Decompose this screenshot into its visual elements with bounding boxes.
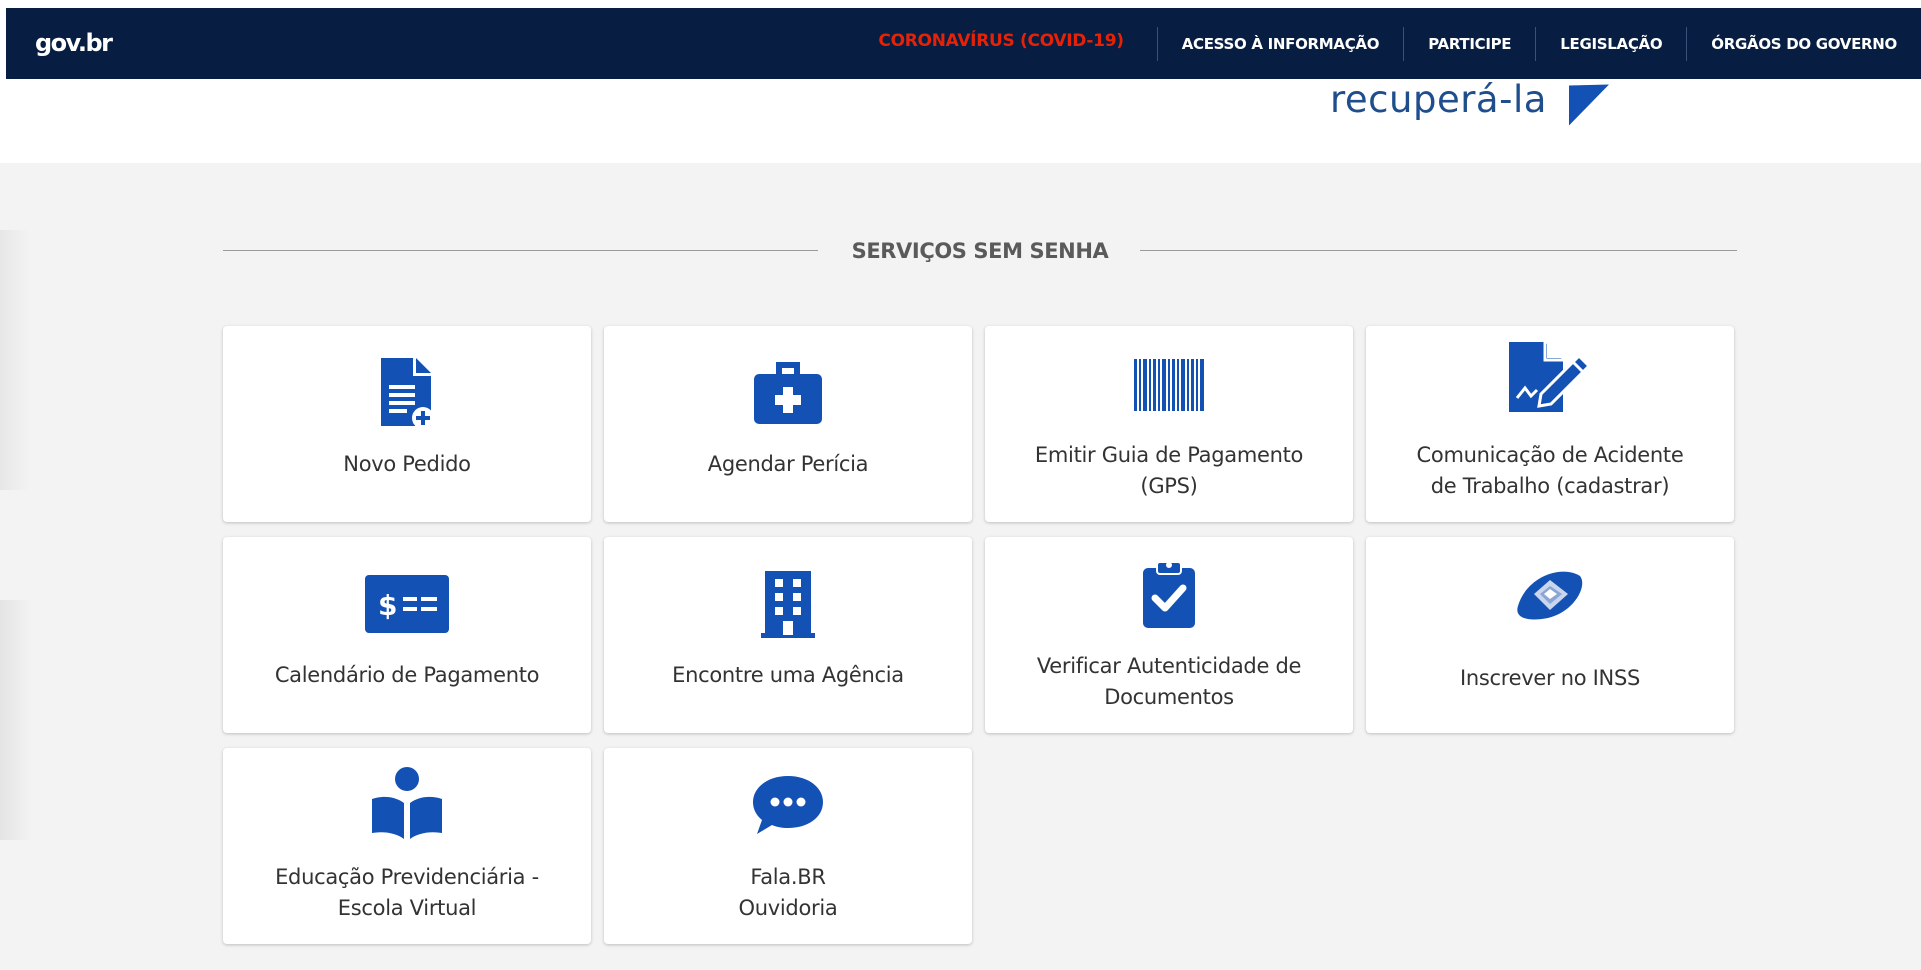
govbr-logo[interactable]: gov.br: [35, 30, 113, 56]
svg-text:$: $: [378, 589, 397, 622]
service-card-label: Verificar Autenticidade de Documentos: [1036, 654, 1302, 709]
clipboard-check-icon: [985, 555, 1353, 633]
arrow-icon: [1569, 72, 1609, 126]
service-card-comunicacao-acidente[interactable]: Comunicação de Acidente de Trabalho (cad…: [1366, 326, 1734, 522]
barcode-icon: [985, 346, 1353, 424]
service-card-emitir-gps[interactable]: Emitir Guia de Pagamento (GPS): [985, 326, 1353, 522]
divider-line: [223, 250, 818, 251]
document-add-icon: [223, 354, 591, 432]
section-title: SERVIÇOS SEM SENHA: [851, 239, 1109, 263]
service-card-fala-br-ouvidoria[interactable]: Fala.BR Ouvidoria: [604, 748, 972, 944]
nav-item-acesso-informacao[interactable]: ACESSO À INFORMAÇÃO: [1158, 8, 1404, 79]
building-icon: [604, 565, 972, 643]
reader-icon: [223, 764, 591, 842]
money-bill-icon: $: [223, 565, 591, 643]
decorative-shade: [0, 600, 32, 840]
service-card-agendar-pericia[interactable]: Agendar Perícia: [604, 326, 972, 522]
nav-item-participe[interactable]: PARTICIPE: [1404, 8, 1535, 79]
service-card-inscrever-inss[interactable]: Inscrever no INSS: [1366, 537, 1734, 733]
service-card-calendario-pagamento[interactable]: $ Calendário de Pagamento: [223, 537, 591, 733]
main-nav: CORONAVÍRUS (COVID-19) ACESSO À INFORMAÇ…: [845, 8, 1921, 79]
section-heading: SERVIÇOS SEM SENHA: [223, 221, 1737, 281]
service-card-label: Novo Pedido: [343, 451, 471, 476]
service-card-verificar-autenticidade[interactable]: Verificar Autenticidade de Documentos: [985, 537, 1353, 733]
page: gov.br CORONAVÍRUS (COVID-19) ACESSO À I…: [0, 0, 1921, 970]
medical-kit-icon: [604, 354, 972, 432]
service-card-label: Comunicação de Acidente de Trabalho (cad…: [1416, 443, 1684, 498]
document-sign-icon: [1366, 338, 1734, 416]
recover-password-link[interactable]: recuperá-la: [1330, 74, 1547, 126]
service-card-label: Calendário de Pagamento: [274, 662, 540, 687]
chat-bubble-icon: [604, 766, 972, 844]
service-card-novo-pedido[interactable]: Novo Pedido: [223, 326, 591, 522]
top-navigation-bar: gov.br CORONAVÍRUS (COVID-19) ACESSO À I…: [6, 8, 1921, 79]
inss-logo-icon: [1366, 555, 1734, 633]
service-card-label: Agendar Perícia: [707, 451, 869, 476]
divider-line: [1140, 250, 1737, 251]
service-card-label: Fala.BR Ouvidoria: [738, 865, 838, 920]
service-card-label: Emitir Guia de Pagamento (GPS): [1034, 443, 1304, 498]
service-card-label: Encontre uma Agência: [672, 662, 904, 687]
services-grid: Novo Pedido Agendar Perícia Emitir Guia …: [223, 326, 1737, 944]
nav-item-orgaos-governo[interactable]: ÓRGÃOS DO GOVERNO: [1687, 8, 1921, 79]
decorative-shade: [0, 230, 30, 490]
nav-item-legislacao[interactable]: LEGISLAÇÃO: [1536, 8, 1686, 79]
service-card-label: Educação Previdenciária - Escola Virtual: [275, 865, 539, 920]
nav-item-covid[interactable]: CORONAVÍRUS (COVID-19): [845, 5, 1156, 76]
service-card-educacao-previdenciaria[interactable]: Educação Previdenciária - Escola Virtual: [223, 748, 591, 944]
service-card-label: Inscrever no INSS: [1459, 665, 1641, 690]
service-card-encontre-agencia[interactable]: Encontre uma Agência: [604, 537, 972, 733]
